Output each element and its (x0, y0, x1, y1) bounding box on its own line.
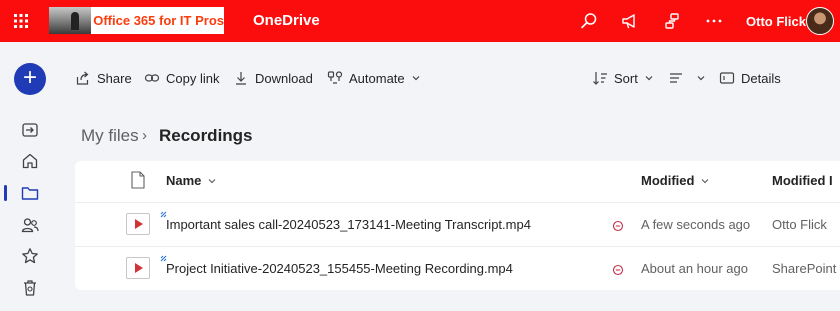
sort-label: Sort (614, 70, 638, 86)
recycle-bin-icon[interactable] (20, 278, 40, 298)
waffle-icon[interactable] (11, 11, 31, 31)
column-name-label: Name (166, 173, 202, 188)
sort-button[interactable]: Sort (592, 68, 654, 88)
column-modified-label: Modified (641, 173, 695, 188)
chevron-down-icon (697, 76, 705, 81)
share-label: Share (97, 70, 132, 86)
megaphone-icon[interactable] (620, 11, 640, 31)
chevron-down-icon (702, 178, 709, 183)
status-icon[interactable] (612, 264, 624, 276)
chevron-down-icon (412, 76, 420, 81)
details-label: Details (741, 70, 781, 86)
logo-image (49, 7, 92, 34)
column-header-modified[interactable]: Modified (641, 173, 710, 188)
details-pane-icon (719, 72, 735, 84)
column-modified-by-label: Modified I (772, 173, 833, 188)
avatar[interactable] (806, 7, 834, 35)
automate-icon (327, 71, 343, 84)
copy-link-button[interactable]: Copy link (144, 68, 219, 88)
breadcrumb-my-files[interactable]: My files (81, 126, 139, 146)
breadcrumb-current: Recordings (159, 126, 253, 145)
star-icon[interactable] (20, 246, 40, 266)
share-icon (76, 71, 89, 85)
user-name[interactable]: Otto Flick (746, 14, 806, 29)
column-header-modified-by[interactable]: Modified I (772, 173, 833, 188)
download-icon (236, 72, 246, 85)
people-icon[interactable] (20, 215, 40, 235)
row-divider (75, 202, 840, 203)
diagram-icon[interactable] (662, 11, 682, 31)
download-button[interactable]: Download (233, 68, 313, 88)
more-icon[interactable] (704, 11, 724, 31)
copy-link-label: Copy link (166, 70, 220, 86)
video-file-icon[interactable] (126, 257, 150, 279)
view-options-button[interactable] (668, 68, 706, 88)
automate-label: Automate (349, 70, 405, 86)
table-row[interactable]: Project Initiative-20240523_155455-Meeti… (75, 246, 840, 290)
logo-text: Office 365 for IT Pros (93, 13, 224, 28)
new-button[interactable]: + (14, 63, 46, 95)
modified-cell: About an hour ago (641, 261, 748, 276)
details-button[interactable]: Details (719, 68, 781, 88)
list-view-icon (670, 73, 682, 83)
video-file-icon[interactable] (126, 213, 150, 235)
home-exit-icon[interactable] (20, 120, 40, 140)
row-divider (75, 246, 840, 247)
file-name[interactable]: Project Initiative-20240523_155455-Meeti… (166, 261, 513, 276)
top-bar: Office 365 for IT Pros OneDrive Otto Fli… (0, 0, 840, 42)
file-type-icon[interactable] (131, 171, 145, 189)
link-icon (144, 74, 160, 82)
share-button[interactable]: Share (75, 68, 132, 88)
active-indicator (4, 185, 7, 201)
search-icon[interactable] (579, 11, 599, 31)
breadcrumb-separator: › (142, 127, 147, 144)
status-icon[interactable] (612, 220, 624, 232)
app-title[interactable]: OneDrive (253, 12, 320, 29)
automate-button[interactable]: Automate (327, 68, 421, 88)
modified-cell: A few seconds ago (641, 217, 751, 232)
chevron-down-icon (208, 178, 216, 183)
modified-by-cell[interactable]: Otto Flick (772, 217, 827, 232)
folder-icon[interactable] (20, 183, 40, 203)
file-list: Name Modified Modified I Important sales… (75, 161, 840, 290)
table-row[interactable]: Important sales call-20240523_173141-Mee… (75, 202, 840, 247)
modified-by-cell[interactable]: SharePoint (772, 261, 836, 276)
download-label: Download (255, 70, 313, 86)
file-name[interactable]: Important sales call-20240523_173141-Mee… (166, 217, 531, 232)
sort-icon (593, 72, 607, 85)
tenant-logo[interactable]: Office 365 for IT Pros (49, 7, 224, 34)
column-header-name[interactable]: Name (166, 173, 217, 188)
home-icon[interactable] (20, 151, 40, 171)
chevron-down-icon (645, 76, 653, 81)
